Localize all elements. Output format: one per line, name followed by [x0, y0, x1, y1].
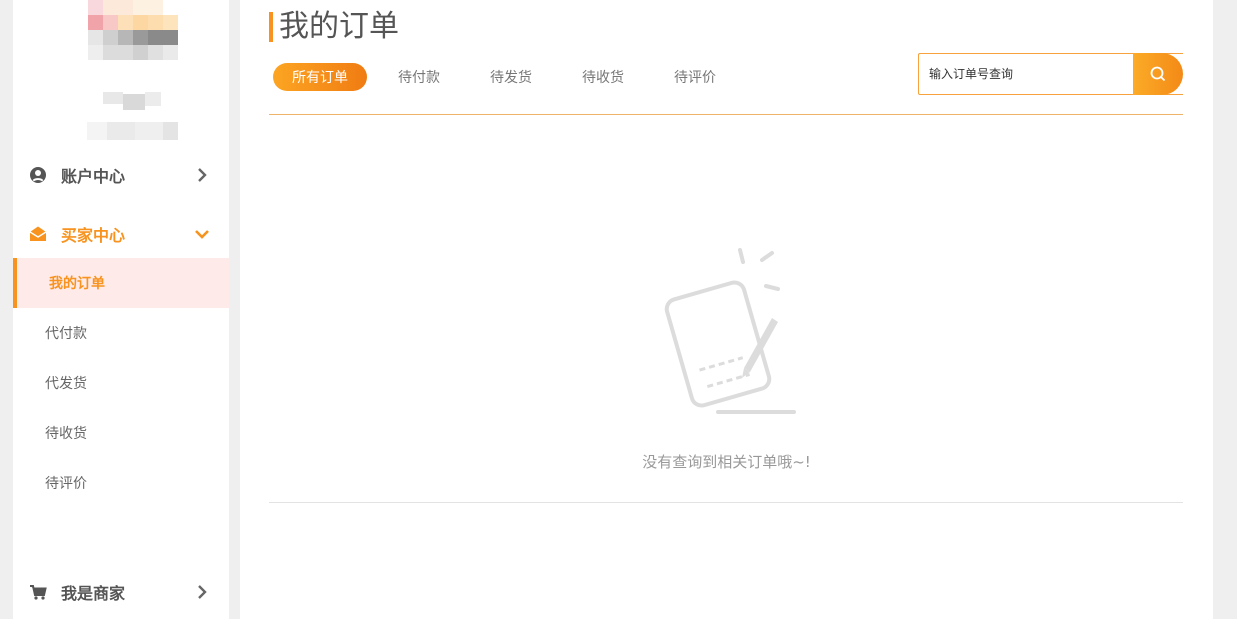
sidebar-item-my-orders[interactable]: 我的订单: [13, 258, 229, 308]
search-icon: [1150, 66, 1166, 82]
sidebar-item-label: 待评价: [45, 476, 87, 492]
user-circle-icon: [30, 167, 46, 183]
menu-merchant[interactable]: 我是商家: [13, 577, 229, 607]
tab-pending-payment[interactable]: 待付款: [387, 63, 451, 91]
sidebar: 账户中心 买家中心 我的订单 代付款 代发货 待收货 待评价 我是商家: [13, 0, 229, 619]
chevron-right-icon: [198, 585, 207, 599]
tab-all-orders[interactable]: 所有订单: [273, 63, 367, 91]
menu-account-center[interactable]: 账户中心: [13, 160, 229, 190]
envelope-open-icon: [29, 226, 47, 241]
title-accent-bar: [269, 12, 273, 42]
sidebar-item-label: 代发货: [45, 376, 87, 392]
content-divider: [269, 502, 1183, 503]
chevron-right-icon: [198, 168, 207, 182]
sidebar-item-label: 我的订单: [49, 276, 105, 292]
chevron-down-icon: [195, 230, 209, 239]
header-divider: [269, 114, 1183, 115]
sidebar-item-pending-shipment[interactable]: 代发货: [13, 358, 229, 408]
page-title: 我的订单: [279, 9, 399, 44]
cart-icon: [30, 585, 47, 600]
sidebar-item-label: 代付款: [45, 326, 87, 342]
search-button[interactable]: [1133, 53, 1183, 95]
empty-order-illustration: [664, 248, 796, 414]
empty-state-message: 没有查询到相关订单哦~!: [642, 453, 811, 471]
avatar[interactable]: [75, 0, 179, 62]
sidebar-item-pending-payment[interactable]: 代付款: [13, 308, 229, 358]
sidebar-item-label: 待收货: [45, 426, 87, 442]
menu-merchant-label: 我是商家: [61, 584, 126, 603]
right-gutter: [1213, 0, 1237, 619]
sidebar-item-pending-review[interactable]: 待评价: [13, 458, 229, 508]
menu-buyer-center-label: 买家中心: [61, 226, 126, 245]
menu-account-center-label: 账户中心: [61, 167, 126, 186]
menu-buyer-center[interactable]: 买家中心: [13, 219, 229, 249]
main-panel: 我的订单 所有订单 待付款 待发货 待收货 待评价 没有查询到相关订单哦~!: [240, 0, 1213, 619]
sidebar-item-pending-receipt[interactable]: 待收货: [13, 408, 229, 458]
user-name: [75, 92, 179, 144]
tab-pending-shipment[interactable]: 待发货: [479, 63, 543, 91]
tab-pending-review[interactable]: 待评价: [663, 63, 727, 91]
tab-pending-receipt[interactable]: 待收货: [571, 63, 635, 91]
